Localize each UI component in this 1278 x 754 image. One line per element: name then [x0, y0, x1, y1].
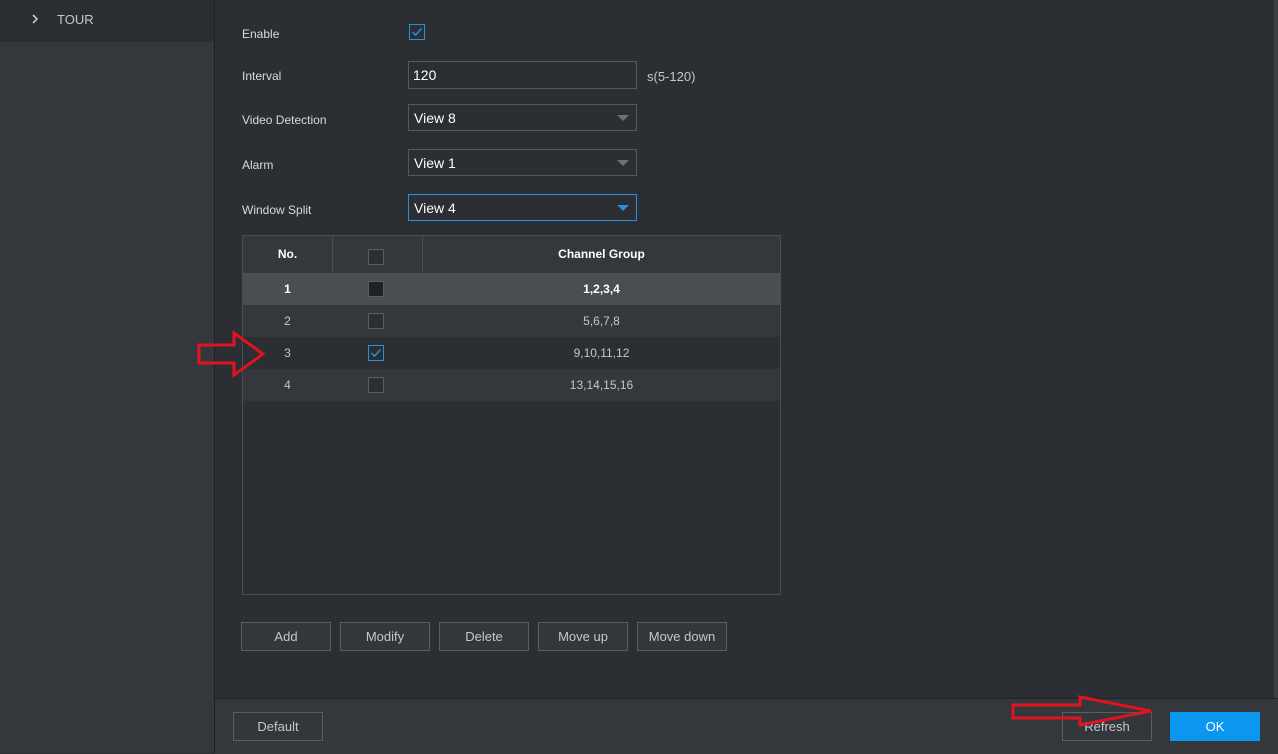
column-divider	[332, 236, 333, 273]
modify-button[interactable]: Modify	[340, 622, 430, 651]
channel-group-table: No. Channel Group 1 1,2,3,4 2 5,6,7,8 3 …	[242, 235, 781, 595]
annotation-arrow-icon	[197, 330, 266, 378]
default-button[interactable]: Default	[233, 712, 323, 741]
annotation-arrow-icon	[1011, 695, 1152, 727]
window-split-select[interactable]: View 4	[408, 194, 637, 221]
row-checkbox[interactable]	[368, 281, 384, 297]
column-header-no: No.	[277, 247, 298, 261]
window-split-value: View 4	[414, 200, 456, 216]
alarm-label: Alarm	[242, 158, 274, 172]
interval-unit: s(5-120)	[647, 69, 696, 84]
interval-label: Interval	[242, 69, 282, 83]
move-up-button[interactable]: Move up	[538, 622, 628, 651]
table-row[interactable]: 1 1,2,3,4	[243, 273, 780, 305]
row-checkbox[interactable]	[368, 313, 384, 329]
dropdown-arrow-icon	[617, 205, 629, 211]
sidebar: TOUR	[0, 0, 215, 753]
row-channel-group: 1,2,3,4	[583, 282, 620, 296]
table-row[interactable]: 2 5,6,7,8	[243, 305, 780, 337]
table-row[interactable]: 4 13,14,15,16	[243, 369, 780, 401]
move-down-button[interactable]: Move down	[637, 622, 727, 651]
video-detection-value: View 8	[414, 110, 456, 126]
checkmark-icon	[411, 27, 423, 37]
table-header: No. Channel Group	[243, 236, 780, 273]
delete-button[interactable]: Delete	[439, 622, 529, 651]
enable-label: Enable	[242, 27, 280, 41]
interval-input[interactable]	[408, 61, 637, 89]
row-channel-group: 5,6,7,8	[583, 314, 620, 328]
table-row[interactable]: 3 9,10,11,12	[243, 337, 780, 369]
ok-button[interactable]: OK	[1170, 712, 1260, 741]
row-no: 1	[284, 282, 291, 296]
row-checkbox[interactable]	[368, 345, 384, 361]
dropdown-arrow-icon	[617, 115, 629, 121]
column-header-channel-group: Channel Group	[558, 247, 645, 261]
sidebar-item-label: TOUR	[57, 12, 94, 27]
alarm-value: View 1	[414, 155, 456, 171]
enable-checkbox[interactable]	[409, 24, 425, 40]
add-button[interactable]: Add	[241, 622, 331, 651]
row-channel-group: 9,10,11,12	[573, 346, 630, 360]
chevron-right-icon	[30, 12, 42, 26]
row-channel-group: 13,14,15,16	[569, 378, 634, 392]
video-detection-label: Video Detection	[242, 113, 327, 127]
dropdown-arrow-icon	[617, 160, 629, 166]
row-checkbox[interactable]	[368, 377, 384, 393]
checkmark-icon	[370, 348, 382, 358]
select-all-checkbox[interactable]	[368, 249, 384, 265]
video-detection-select[interactable]: View 8	[408, 104, 637, 131]
sidebar-item-tour[interactable]: TOUR	[0, 0, 214, 42]
vertical-scrollbar[interactable]	[1274, 0, 1278, 698]
window-split-label: Window Split	[242, 203, 312, 217]
alarm-select[interactable]: View 1	[408, 149, 637, 176]
